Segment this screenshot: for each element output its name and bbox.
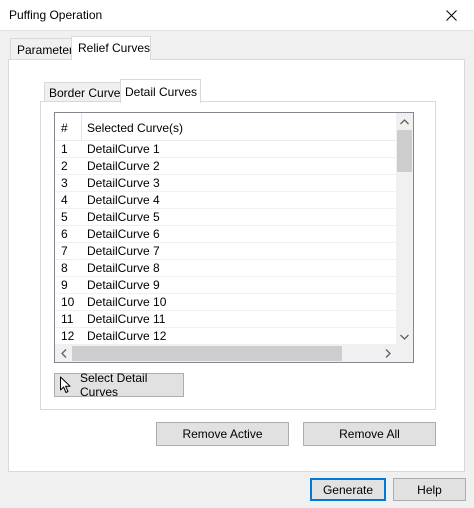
row-curve-name: DetailCurve 12	[87, 329, 167, 343]
button-label: Select Detail Curves	[80, 371, 148, 399]
remove-active-button[interactable]: Remove Active	[156, 422, 289, 446]
row-curve-name: DetailCurve 4	[87, 193, 160, 207]
list-item[interactable]: 9 DetailCurve 9	[55, 277, 396, 294]
list-item[interactable]: 6 DetailCurve 6	[55, 226, 396, 243]
row-curve-name: DetailCurve 9	[87, 278, 160, 292]
button-label: Help	[417, 482, 442, 497]
row-curve-name: DetailCurve 11	[87, 312, 166, 326]
scrollbar-corner	[396, 345, 413, 362]
row-curve-name: DetailCurve 3	[87, 176, 160, 190]
button-label: Remove All	[339, 427, 400, 441]
row-number: 7	[61, 244, 68, 258]
column-header-curve[interactable]: Selected Curve(s)	[87, 121, 183, 135]
row-curve-name: DetailCurve 7	[87, 244, 160, 258]
generate-button[interactable]: Generate	[310, 478, 386, 501]
chevron-left-icon[interactable]	[55, 345, 72, 362]
row-number: 12	[61, 329, 75, 343]
chevron-down-icon[interactable]	[396, 328, 413, 345]
list-rows: 1 DetailCurve 1 2 DetailCurve 2 3 DetailCur…	[55, 141, 396, 345]
row-number: 1	[61, 142, 68, 156]
tab-parameters[interactable]: Parameters	[10, 38, 79, 59]
tab-label: Border Curves	[49, 86, 127, 100]
row-number: 3	[61, 176, 68, 190]
row-curve-name: DetailCurve 2	[87, 159, 160, 173]
cursor-arrow-icon	[59, 376, 73, 394]
row-number: 4	[61, 193, 68, 207]
chevron-up-icon[interactable]	[396, 113, 413, 130]
title-bar: Puffing Operation	[0, 0, 474, 31]
list-item[interactable]: 4 DetailCurve 4	[55, 192, 396, 209]
tab-label: Relief Curves	[78, 41, 151, 55]
selected-curves-list[interactable]: # Selected Curve(s) 1 DetailCurve 1 2 Deta…	[54, 112, 414, 363]
list-header: # Selected Curve(s)	[55, 113, 396, 141]
horizontal-scrollbar[interactable]	[55, 345, 396, 362]
list-item[interactable]: 3 DetailCurve 3	[55, 175, 396, 192]
row-number: 9	[61, 278, 68, 292]
button-label: Remove Active	[182, 427, 263, 441]
list-item[interactable]: 7 DetailCurve 7	[55, 243, 396, 260]
select-detail-curves-button[interactable]: Select Detail Curves	[54, 371, 184, 399]
row-curve-name: DetailCurve 1	[87, 142, 160, 156]
window-title: Puffing Operation	[9, 8, 103, 22]
list-item[interactable]: 1 DetailCurve 1	[55, 141, 396, 158]
tab-label: Detail Curves	[125, 85, 198, 99]
vertical-scroll-thumb[interactable]	[397, 130, 412, 172]
row-number: 2	[61, 159, 68, 173]
tab-border-curves[interactable]: Border Curves	[44, 82, 126, 102]
row-curve-name: DetailCurve 5	[87, 210, 160, 224]
list-item[interactable]: 12 DetailCurve 12	[55, 328, 396, 345]
remove-all-button[interactable]: Remove All	[303, 422, 436, 446]
tab-detail-curves[interactable]: Detail Curves	[120, 79, 201, 103]
list-item[interactable]: 11 DetailCurve 11	[55, 311, 396, 328]
list-item[interactable]: 2 DetailCurve 2	[55, 158, 396, 175]
row-number: 10	[61, 295, 75, 309]
row-curve-name: DetailCurve 6	[87, 227, 160, 241]
help-button[interactable]: Help	[393, 478, 466, 501]
chevron-right-icon[interactable]	[379, 345, 396, 362]
button-label: Generate	[322, 482, 374, 497]
list-item[interactable]: 5 DetailCurve 5	[55, 209, 396, 226]
row-number: 5	[61, 210, 68, 224]
row-curve-name: DetailCurve 10	[87, 295, 167, 309]
row-number: 6	[61, 227, 68, 241]
row-curve-name: DetailCurve 8	[87, 261, 160, 275]
close-icon[interactable]	[428, 0, 474, 31]
column-divider[interactable]	[81, 113, 82, 141]
list-item[interactable]: 10 DetailCurve 10	[55, 294, 396, 311]
tab-relief-curves[interactable]: Relief Curves	[71, 36, 151, 60]
tab-label: Parameters	[17, 43, 80, 57]
column-header-number[interactable]: #	[61, 121, 68, 135]
vertical-scrollbar[interactable]	[396, 113, 413, 345]
row-number: 11	[61, 312, 74, 326]
list-item[interactable]: 8 DetailCurve 8	[55, 260, 396, 277]
horizontal-scroll-thumb[interactable]	[72, 346, 342, 361]
row-number: 8	[61, 261, 68, 275]
